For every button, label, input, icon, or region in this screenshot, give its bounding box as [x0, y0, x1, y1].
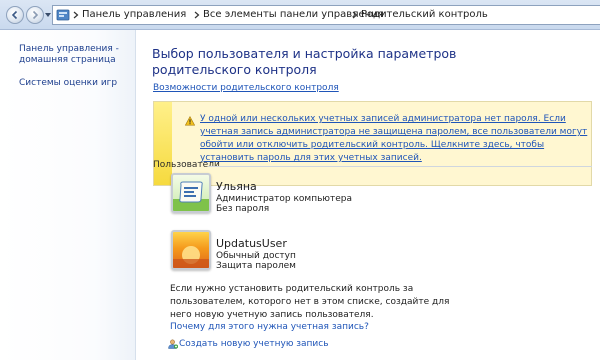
breadcrumb-control-panel[interactable]: Панель управления	[82, 9, 186, 20]
warning-icon	[185, 116, 195, 126]
back-button[interactable]	[6, 6, 24, 24]
create-account-info-text: Если нужно установить родительский контр…	[170, 284, 450, 320]
address-bar[interactable]: Панель управления Все элементы панели уп…	[52, 5, 600, 25]
create-new-account-link[interactable]: Создать новую учетную запись	[179, 339, 329, 349]
navigation-bar: Панель управления Все элементы панели уп…	[0, 0, 600, 30]
breadcrumb-chevron-icon[interactable]	[193, 10, 201, 20]
arrow-left-icon	[11, 10, 18, 20]
user-avatar	[171, 230, 211, 270]
breadcrumb-parental-controls[interactable]: Родительский контроль	[361, 9, 488, 20]
breadcrumb-chevron-icon[interactable]	[351, 10, 359, 20]
users-heading: Пользователи	[153, 160, 220, 170]
scroll-avatar-icon	[173, 181, 209, 211]
warning-text-link[interactable]: У одной или нескольких учетных записей а…	[200, 113, 590, 165]
user-password-status: Защита паролем	[216, 261, 296, 271]
user-name: Ульяна	[216, 180, 257, 193]
recent-pages-dropdown-icon[interactable]	[45, 12, 51, 18]
users-divider	[208, 166, 592, 167]
user-avatar	[171, 173, 211, 213]
user-account-type: Администратор компьютера	[216, 194, 352, 204]
user-name: UpdatusUser	[216, 237, 287, 250]
user-password-status: Без пароля	[216, 204, 270, 214]
left-task-pane: Панель управления - домашняя страница Си…	[0, 30, 136, 360]
new-user-icon	[168, 339, 178, 349]
page-title: Выбор пользователя и настройка параметро…	[152, 46, 457, 77]
game-rating-systems-link[interactable]: Системы оценки игр	[19, 78, 117, 89]
user-card-ulyana[interactable]: Ульяна Администратор компьютера Без паро…	[171, 173, 471, 223]
user-card-updatususer[interactable]: UpdatusUser Обычный доступ Защита пароле…	[171, 230, 471, 280]
arrow-right-icon	[32, 10, 39, 20]
sunset-avatar-icon	[173, 246, 209, 268]
forward-button[interactable]	[26, 6, 44, 24]
parental-controls-features-link[interactable]: Возможности родительского контроля	[153, 83, 339, 93]
warning-stripe	[154, 102, 172, 185]
main-content: Выбор пользователя и настройка параметро…	[136, 30, 600, 360]
why-need-account-link[interactable]: Почему для этого нужна учетная запись?	[170, 322, 369, 332]
control-panel-home-link[interactable]: Панель управления - домашняя страница	[19, 44, 129, 66]
control-panel-icon	[56, 9, 70, 21]
breadcrumb-chevron-icon[interactable]	[72, 10, 80, 20]
user-account-type: Обычный доступ	[216, 251, 296, 261]
